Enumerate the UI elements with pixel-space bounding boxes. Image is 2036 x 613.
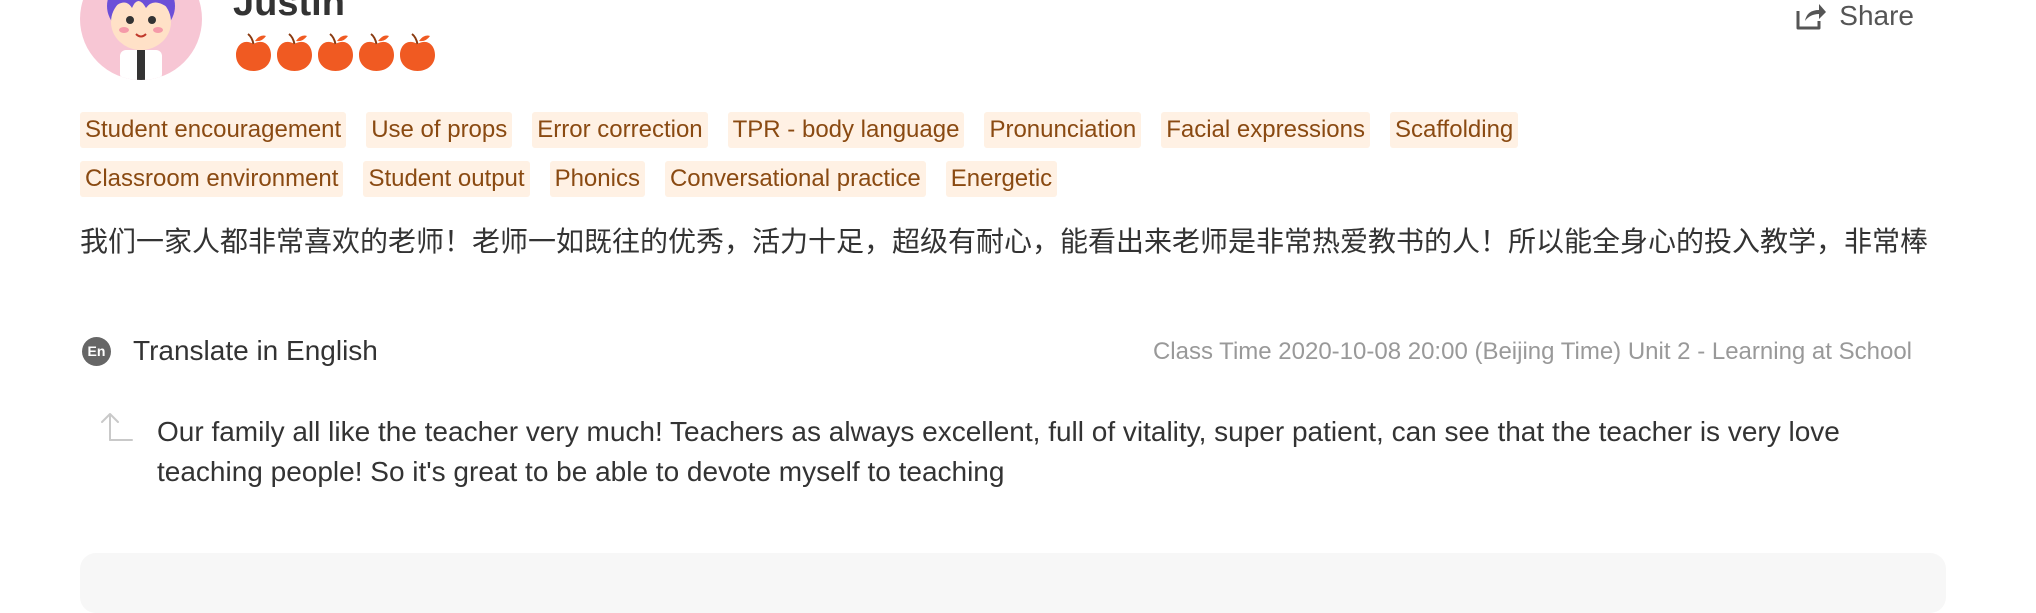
translate-label: Translate in English xyxy=(133,335,378,366)
share-button[interactable]: Share xyxy=(1795,0,1914,32)
review-text-translated: Our family all like the teacher very muc… xyxy=(157,416,1840,487)
username: Justin xyxy=(233,0,345,24)
avatar xyxy=(80,0,202,80)
apple-icon xyxy=(400,33,435,71)
tag: TPR - body language xyxy=(727,112,965,148)
translate-button[interactable]: En Translate in English xyxy=(82,335,378,367)
tag: Pronunciation xyxy=(984,112,1142,148)
cartoon-boy-avatar-icon xyxy=(107,0,175,80)
apple-icon xyxy=(318,33,353,71)
language-en-icon: En xyxy=(82,336,111,366)
tag: Student encouragement xyxy=(80,112,347,148)
reply-arrow-icon xyxy=(101,413,133,441)
rating xyxy=(235,32,436,72)
tag: Scaffolding xyxy=(1389,112,1519,148)
tag: Student output xyxy=(363,161,530,197)
tag: Error correction xyxy=(532,112,708,148)
tag-list: Student encouragement Use of props Error… xyxy=(80,112,1800,197)
class-info: Class Time 2020-10-08 20:00 (Beijing Tim… xyxy=(1152,338,1912,365)
share-label: Share xyxy=(1839,0,1914,31)
tag: Phonics xyxy=(549,161,645,197)
tag: Classroom environment xyxy=(80,161,344,197)
tag: Energetic xyxy=(945,161,1058,197)
tag: Conversational practice xyxy=(664,161,926,197)
apple-icon xyxy=(236,33,271,71)
tag: Facial expressions xyxy=(1161,112,1370,148)
review-text-original: 我们一家人都非常喜欢的老师！老师一如既往的优秀，活力十足，超级有耐心，能看出来老… xyxy=(80,225,1929,258)
apple-icon xyxy=(277,33,312,71)
next-review-card xyxy=(80,553,1946,613)
apple-icon xyxy=(359,33,394,71)
share-icon xyxy=(1796,4,1827,30)
tag: Use of props xyxy=(366,112,513,148)
